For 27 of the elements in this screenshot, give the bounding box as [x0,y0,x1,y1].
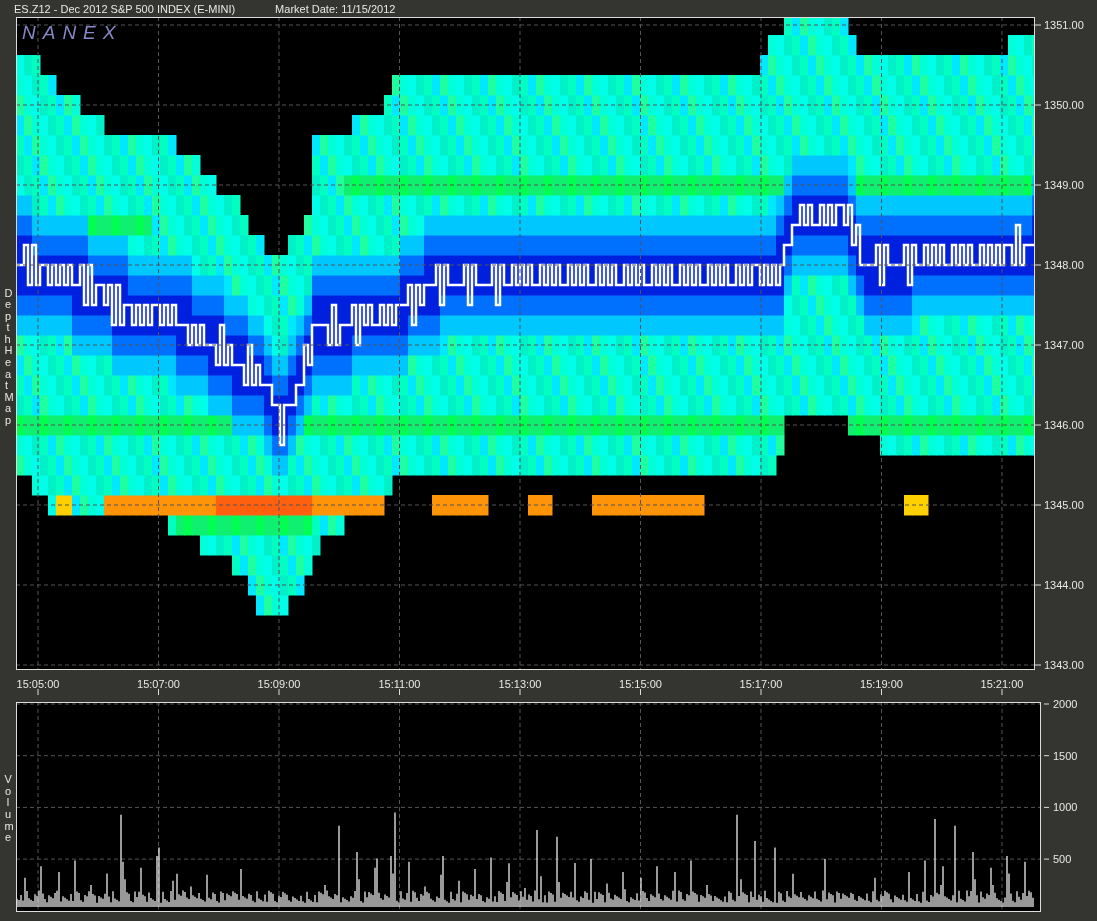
price-tick-label: 1344.00 [1044,579,1084,591]
volume-tick-label: 1000 [1053,801,1078,814]
time-tick-label: 15:13:00 [498,678,542,690]
price-tick-label: 1345.00 [1044,499,1084,511]
volume-tick-label: 500 [1053,853,1072,866]
price-tick-label: 1351.00 [1044,19,1084,31]
logo: NANEX [22,22,123,43]
market-date: Market Date: 11/15/2012 [275,2,396,15]
time-tick-label: 15:19:00 [860,678,903,690]
axis-title: Depth Heat Map [4,287,12,427]
time-tick-label: 15:11:00 [378,678,421,690]
axis-title: Volume [4,774,12,844]
time-tick-label: 15:21:00 [980,678,1024,690]
time-tick-label: 15:15:00 [619,678,662,690]
volume-tick-label: 2000 [1053,698,1078,710]
time-tick-label: 15:09:00 [257,678,301,690]
price-tick-label: 1347.00 [1044,339,1084,351]
price-tick-label: 1350.00 [1044,99,1084,111]
time-tick-label: 15:05:00 [16,678,60,690]
volume-tick-label: 1500 [1053,749,1078,762]
price-tick-label: 1346.00 [1044,419,1084,431]
price-tick-label: 1349.00 [1044,179,1084,191]
time-tick-label: 15:07:00 [137,678,180,690]
price-tick-label: 1343.00 [1044,659,1084,671]
time-tick-label: 15:17:00 [739,678,783,690]
price-tick-label: 1348.00 [1044,259,1084,271]
window-title: ES.Z12 - Dec 2012 S&P 500 INDEX (E-MINI) [14,2,236,15]
